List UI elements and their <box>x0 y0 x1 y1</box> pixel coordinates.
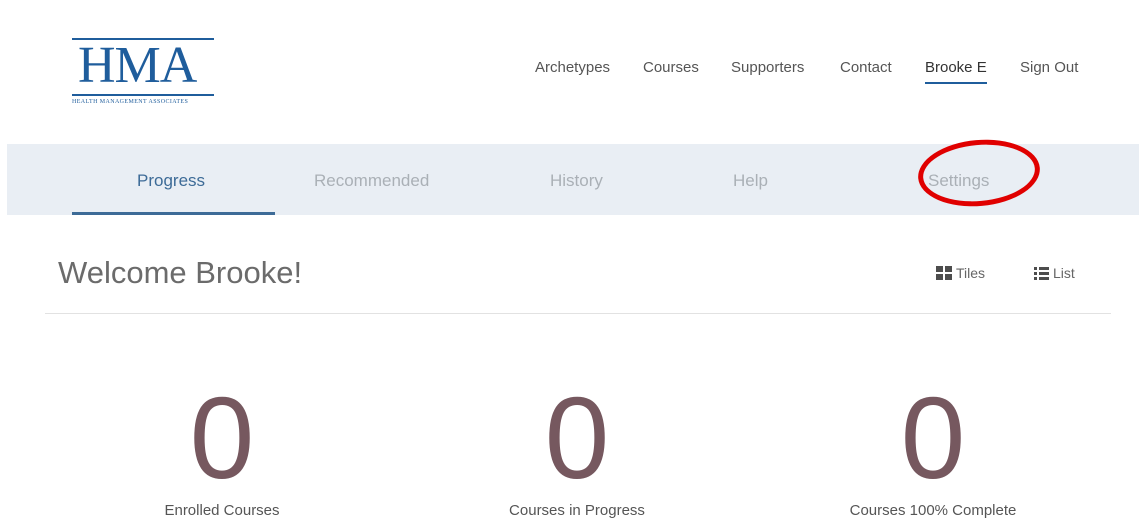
tiles-label: Tiles <box>956 265 986 281</box>
logo-bottom-rule <box>72 94 214 96</box>
list-icon <box>1034 266 1049 280</box>
tab-history[interactable]: History <box>550 171 603 191</box>
stat-value: 0 <box>900 373 966 503</box>
nav-sign-out[interactable]: Sign Out <box>1020 59 1078 76</box>
stat-enrolled-courses: 0 Enrolled Courses <box>72 380 372 519</box>
stat-courses-complete: 0 Courses 100% Complete <box>783 380 1083 519</box>
stat-courses-in-progress: 0 Courses in Progress <box>427 380 727 519</box>
nav-contact[interactable]: Contact <box>840 59 892 76</box>
tab-recommended[interactable]: Recommended <box>314 171 429 191</box>
stat-value: 0 <box>189 373 255 503</box>
nav-courses[interactable]: Courses <box>643 59 699 76</box>
tiles-view-button[interactable]: Tiles <box>936 265 985 281</box>
top-navigation: Archetypes Courses Supporters Contact Br… <box>0 59 1139 84</box>
logo-subtitle: Health Management Associates <box>72 99 189 105</box>
tab-help[interactable]: Help <box>733 171 768 191</box>
active-tab-indicator <box>72 212 275 215</box>
grid-icon <box>936 266 952 280</box>
list-label: List <box>1053 265 1075 281</box>
nav-archetypes[interactable]: Archetypes <box>535 59 610 76</box>
stat-label: Courses in Progress <box>509 502 645 519</box>
list-view-button[interactable]: List <box>1034 265 1075 281</box>
stat-label: Enrolled Courses <box>164 502 280 519</box>
tab-progress[interactable]: Progress <box>137 171 205 191</box>
nav-user-brooke[interactable]: Brooke E <box>925 59 987 84</box>
nav-supporters[interactable]: Supporters <box>731 59 804 76</box>
welcome-heading: Welcome Brooke! <box>58 255 303 290</box>
stat-label: Courses 100% Complete <box>849 502 1017 519</box>
section-divider <box>45 313 1111 314</box>
stat-value: 0 <box>544 373 610 503</box>
